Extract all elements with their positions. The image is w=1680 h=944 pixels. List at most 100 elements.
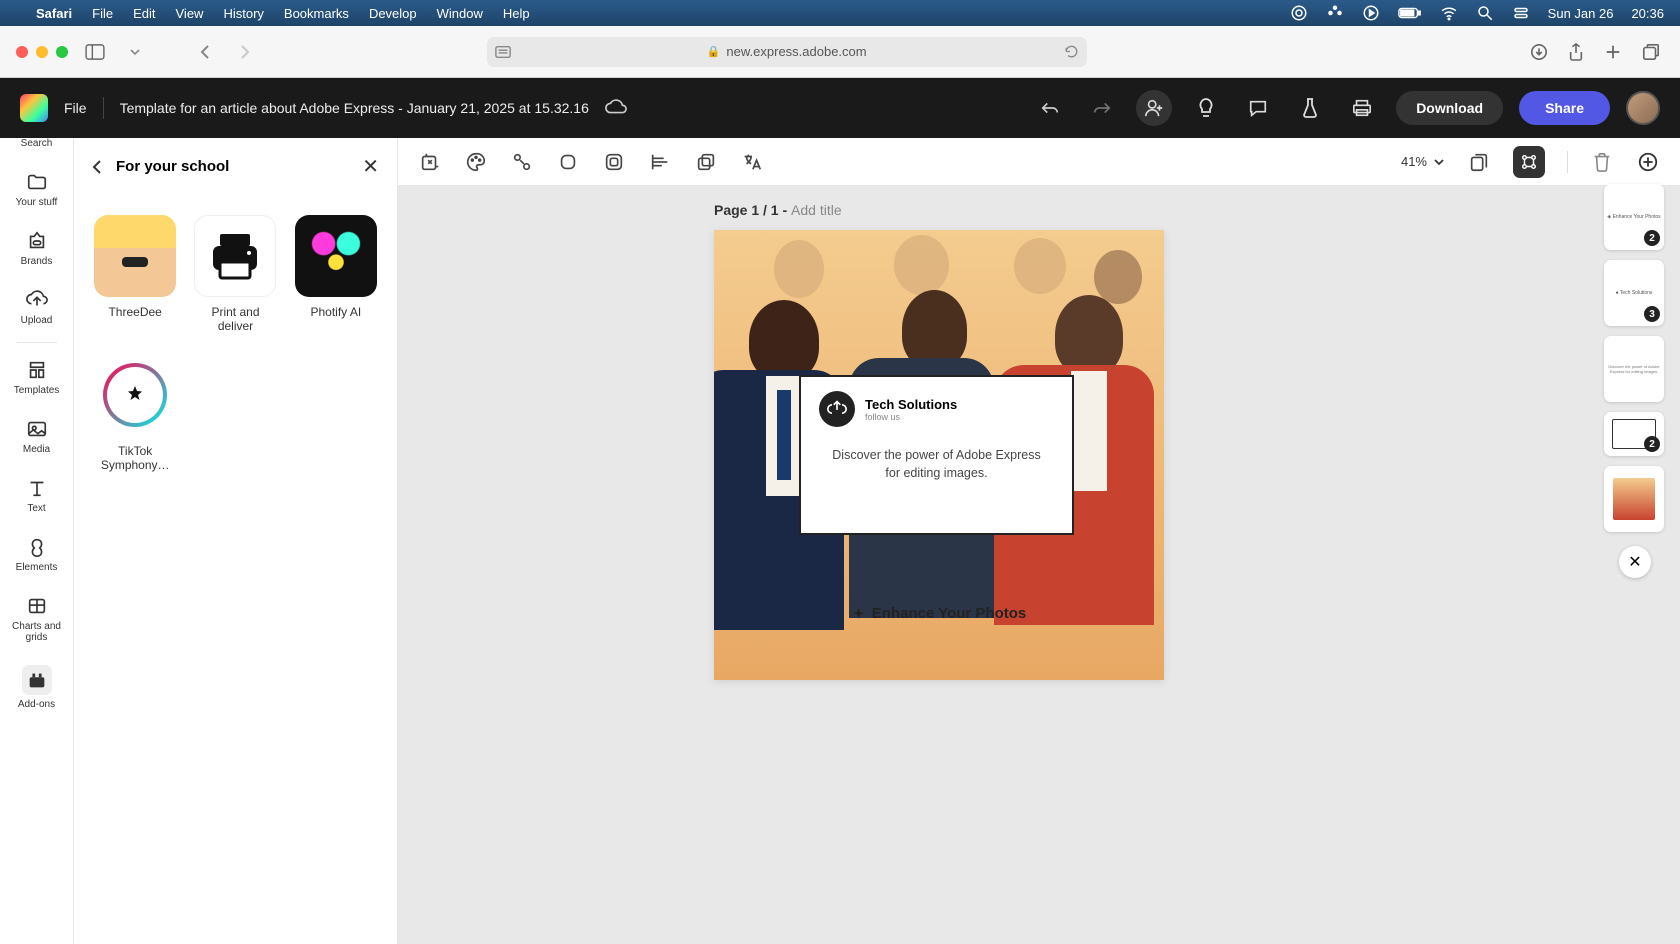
page-indicator[interactable]: Page 1 / 1 - Add title (714, 202, 1164, 218)
crop-icon[interactable] (418, 150, 442, 174)
app-topbar: File Template for an article about Adobe… (0, 78, 1680, 138)
card-body-text: Discover the power of Adobe Express for … (819, 447, 1054, 482)
zoom-control[interactable]: 41% (1401, 154, 1445, 169)
menu-bookmarks[interactable]: Bookmarks (284, 6, 349, 21)
nav-elements[interactable]: Elements (0, 526, 73, 583)
nav-upload[interactable]: Upload (0, 279, 73, 336)
control-center-icon[interactable] (1512, 4, 1530, 22)
panel-close-button[interactable]: ✕ (362, 154, 379, 179)
text-card-overlay[interactable]: Tech Solutions follow us Discover the po… (799, 375, 1074, 535)
layers-icon[interactable] (694, 150, 718, 174)
page-thumbnail-1[interactable]: ◈ Enhance Your Photos 2 (1604, 184, 1664, 250)
downloads-icon[interactable] (1530, 43, 1548, 61)
close-pages-strip[interactable]: ✕ (1619, 546, 1651, 578)
brand-name: Tech Solutions (865, 397, 957, 412)
addon-print-deliver[interactable]: Print and deliver (192, 215, 278, 334)
nav-templates[interactable]: Templates (0, 349, 73, 406)
download-button[interactable]: Download (1396, 91, 1503, 125)
brand-logo-icon (819, 391, 855, 427)
idea-icon[interactable] (1188, 90, 1224, 126)
addon-tiktok-symphony[interactable]: TikTok Symphony… (92, 354, 178, 473)
panel-back-button[interactable] (92, 159, 102, 175)
thumb-badge: 3 (1644, 306, 1660, 322)
menu-help[interactable]: Help (503, 6, 530, 21)
elements-icon (26, 536, 48, 558)
sidebar-toggle-icon[interactable] (82, 39, 108, 65)
nav-charts[interactable]: Charts and grids (0, 585, 73, 653)
forward-button[interactable] (232, 39, 258, 65)
nav-divider (17, 342, 57, 343)
menu-edit[interactable]: Edit (133, 6, 155, 21)
page-thumbnail-4[interactable]: 2 (1604, 412, 1664, 456)
undo-button[interactable] (1032, 90, 1068, 126)
comment-icon[interactable] (1240, 90, 1276, 126)
page-thumbnail-2[interactable]: ● Tech Solutions 3 (1604, 260, 1664, 326)
user-avatar[interactable] (1626, 91, 1660, 125)
close-window-icon[interactable] (16, 46, 28, 58)
address-bar[interactable]: 🔒 new.express.adobe.com (487, 37, 1087, 67)
menu-develop[interactable]: Develop (369, 6, 417, 21)
menu-history[interactable]: History (223, 6, 263, 21)
beta-icon[interactable] (1292, 90, 1328, 126)
spotlight-icon[interactable] (1476, 4, 1494, 22)
menu-app[interactable]: Safari (36, 6, 72, 21)
tab-overview-icon[interactable] (1642, 43, 1660, 61)
share-icon[interactable] (1568, 42, 1584, 62)
multipage-icon[interactable] (1467, 150, 1491, 174)
printer-icon (194, 215, 276, 297)
palette-icon[interactable] (464, 150, 488, 174)
page-thumbnail-5[interactable] (1604, 466, 1664, 532)
new-tab-icon[interactable] (1604, 43, 1622, 61)
menubar-time[interactable]: 20:36 (1631, 6, 1664, 21)
nav-search[interactable]: Search (0, 138, 73, 159)
tab-group-chevron-icon[interactable] (122, 39, 148, 65)
refresh-icon[interactable] (1064, 44, 1079, 59)
shape-icon[interactable] (556, 150, 580, 174)
text-icon (26, 477, 48, 499)
animate-icon[interactable] (510, 150, 534, 174)
nav-addons[interactable]: Add-ons (0, 655, 73, 720)
align-icon[interactable] (648, 150, 672, 174)
window-controls[interactable] (16, 46, 68, 58)
menu-file[interactable]: File (92, 6, 113, 21)
print-icon[interactable] (1344, 90, 1380, 126)
adobe-cc-icon[interactable] (1290, 4, 1308, 22)
minimize-window-icon[interactable] (36, 46, 48, 58)
wifi-icon[interactable] (1440, 4, 1458, 22)
share-button[interactable]: Share (1519, 91, 1610, 125)
nav-brands[interactable]: Brands (0, 220, 73, 277)
translate-icon[interactable] (740, 150, 764, 174)
cloud-sync-icon[interactable] (605, 99, 627, 117)
artboard[interactable]: Tech Solutions follow us Discover the po… (714, 230, 1164, 680)
addon-threedee[interactable]: ThreeDee (92, 215, 178, 334)
chevron-down-icon (1433, 157, 1445, 167)
reader-icon[interactable] (495, 45, 511, 59)
document-title[interactable]: Template for an article about Adobe Expr… (120, 100, 589, 116)
panel-title: For your school (116, 158, 348, 175)
addon-photify[interactable]: Photify AI (293, 215, 379, 334)
frame-icon[interactable] (602, 150, 626, 174)
fullscreen-window-icon[interactable] (56, 46, 68, 58)
menu-view[interactable]: View (176, 6, 204, 21)
figma-icon[interactable] (1326, 4, 1344, 22)
add-people-button[interactable] (1136, 90, 1172, 126)
redo-button[interactable] (1084, 90, 1120, 126)
threedee-icon (94, 215, 176, 297)
file-menu[interactable]: File (64, 100, 87, 116)
nav-text[interactable]: Text (0, 467, 73, 524)
delete-icon[interactable] (1590, 150, 1614, 174)
page-thumbnail-3[interactable]: Discover the power of Adobe Express for … (1604, 336, 1664, 402)
play-icon[interactable] (1362, 4, 1380, 22)
structure-icon[interactable] (1513, 146, 1545, 178)
menu-window[interactable]: Window (437, 6, 483, 21)
nav-your-stuff[interactable]: Your stuff (0, 161, 73, 218)
add-page-icon[interactable] (1636, 150, 1660, 174)
adobe-express-logo-icon[interactable] (20, 94, 48, 122)
battery-icon[interactable] (1398, 6, 1422, 20)
back-button[interactable] (192, 39, 218, 65)
menubar-date[interactable]: Sun Jan 26 (1548, 6, 1614, 21)
enhance-photos-label[interactable]: Enhance Your Photos (852, 605, 1026, 622)
nav-rail: Search Your stuff Brands Upload Template… (0, 138, 74, 944)
nav-media[interactable]: Media (0, 408, 73, 465)
charts-icon (26, 595, 48, 617)
